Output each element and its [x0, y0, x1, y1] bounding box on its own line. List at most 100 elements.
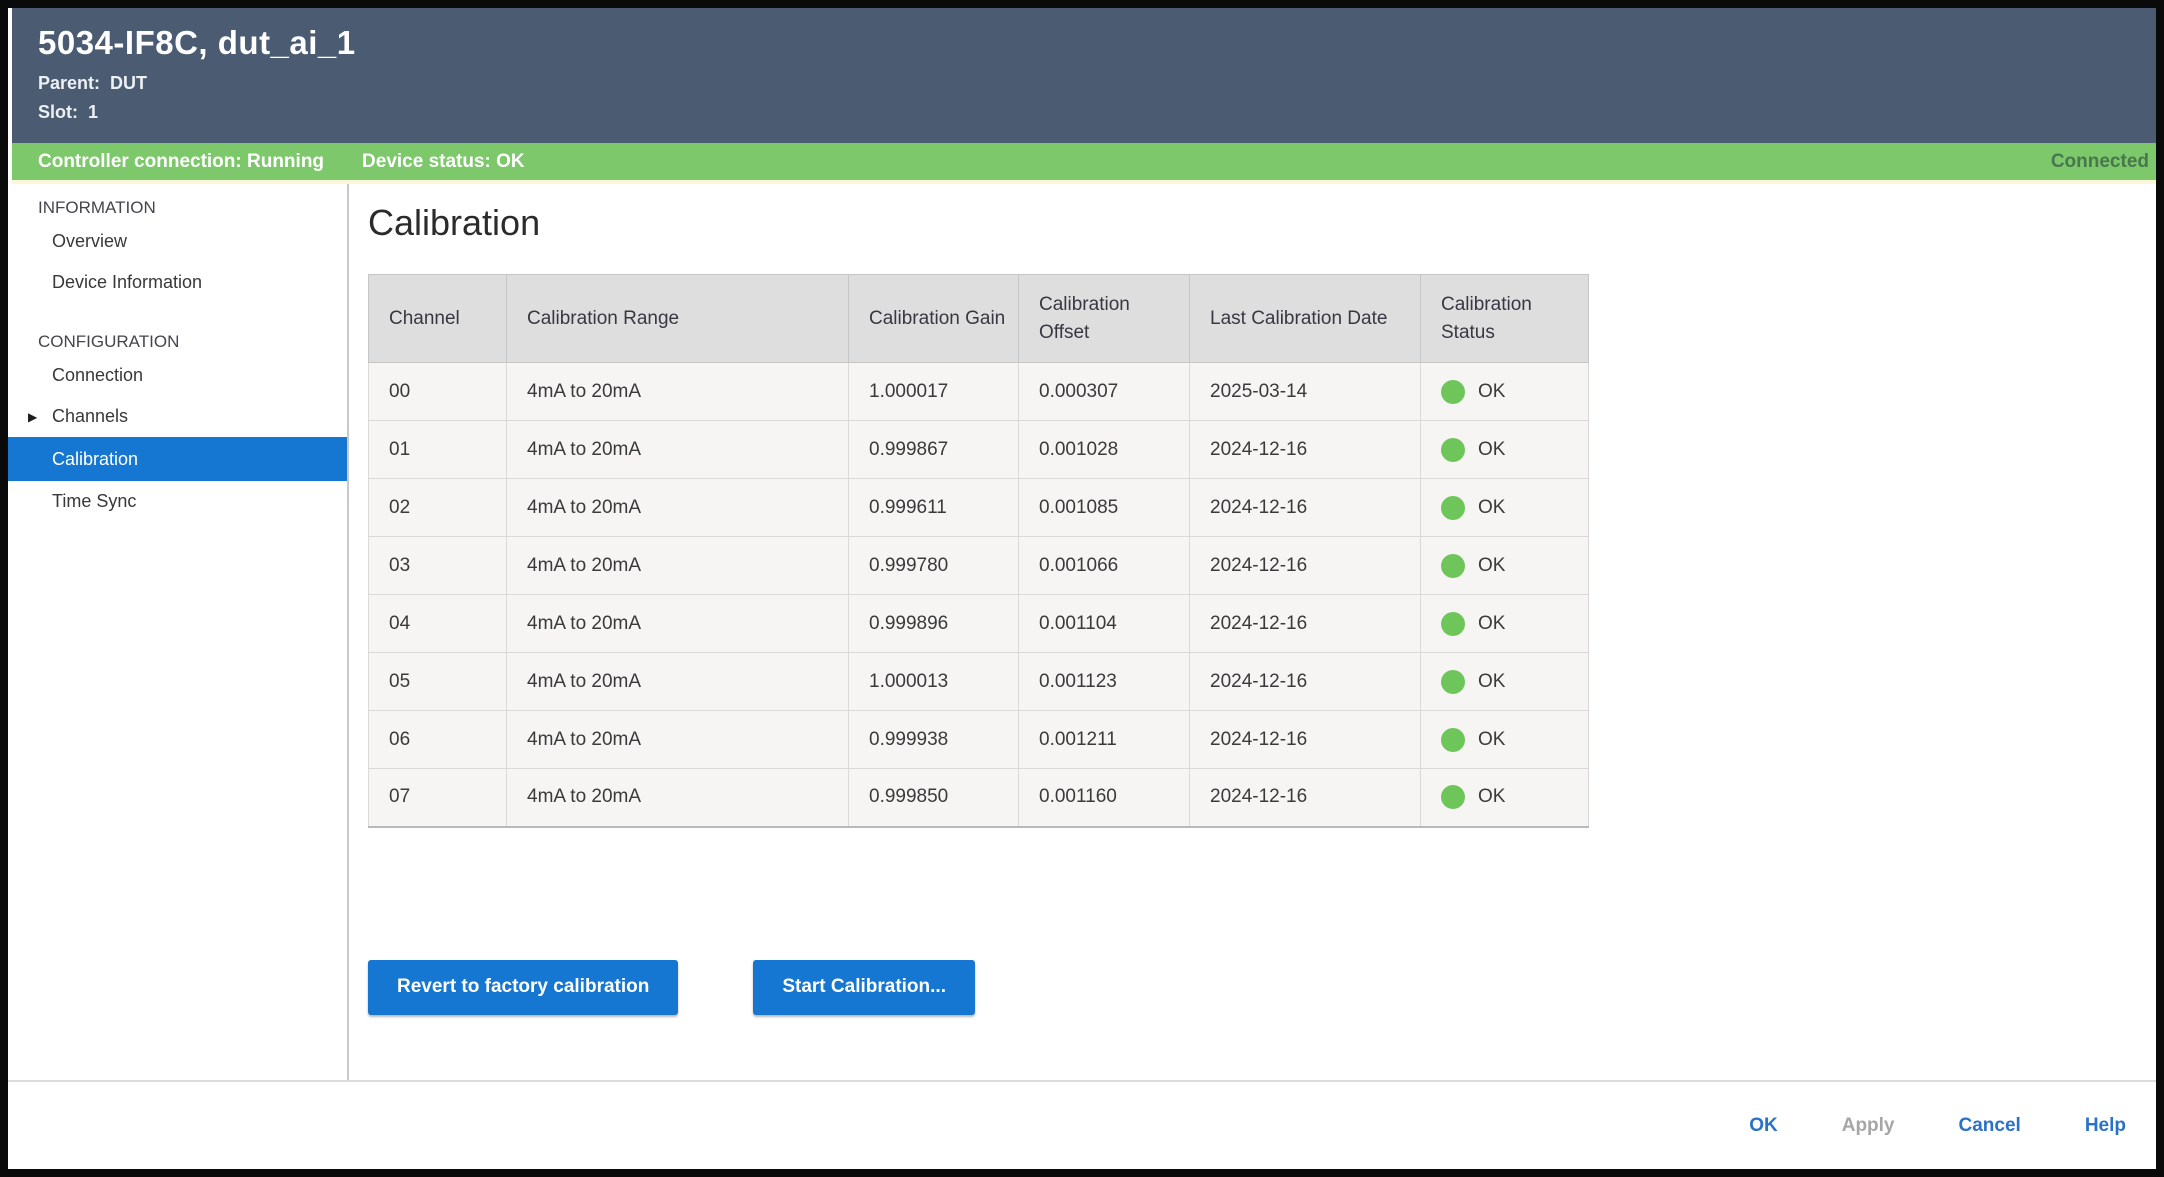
- status-ok-icon: [1441, 612, 1465, 636]
- sidebar-section-configuration: CONFIGURATION: [8, 329, 347, 355]
- cell-gain: 0.999938: [849, 711, 1019, 769]
- status-ok-icon: [1441, 670, 1465, 694]
- table-row[interactable]: 02 4mA to 20mA 0.999611 0.001085 2024-12…: [369, 479, 1589, 537]
- status-text: OK: [1478, 729, 1505, 750]
- cell-range: 4mA to 20mA: [507, 711, 849, 769]
- device-config-window: 5034-IF8C, dut_ai_1 Parent:DUT Slot:1 Co…: [8, 8, 2156, 1169]
- sidebar-item-channels[interactable]: ▶ Channels: [8, 396, 347, 437]
- cancel-button[interactable]: Cancel: [1959, 1115, 2021, 1137]
- sidebar-item-label: Time Sync: [52, 491, 136, 512]
- status-ok-icon: [1441, 380, 1465, 404]
- column-header-calibration-range: Calibration Range: [507, 275, 849, 363]
- sidebar-item-overview[interactable]: Overview: [8, 221, 347, 262]
- table-row[interactable]: 07 4mA to 20mA 0.999850 0.001160 2024-12…: [369, 769, 1589, 827]
- cell-status: OK: [1421, 711, 1589, 769]
- status-bar: Controller connection: Running Device st…: [8, 143, 2156, 180]
- cell-offset: 0.001085: [1019, 479, 1190, 537]
- cell-gain: 0.999850: [849, 769, 1019, 827]
- cell-gain: 0.999611: [849, 479, 1019, 537]
- cell-range: 4mA to 20mA: [507, 421, 849, 479]
- cell-range: 4mA to 20mA: [507, 595, 849, 653]
- cell-gain: 0.999780: [849, 537, 1019, 595]
- cell-offset: 0.001123: [1019, 653, 1190, 711]
- sidebar-item-device-information[interactable]: Device Information: [8, 262, 347, 303]
- cell-gain: 1.000013: [849, 653, 1019, 711]
- cell-offset: 0.001104: [1019, 595, 1190, 653]
- status-ok-icon: [1441, 728, 1465, 752]
- status-text: OK: [1478, 439, 1505, 460]
- cell-range: 4mA to 20mA: [507, 653, 849, 711]
- page-title: Calibration: [368, 202, 2156, 244]
- cell-range: 4mA to 20mA: [507, 769, 849, 827]
- sidebar-item-time-sync[interactable]: Time Sync: [8, 481, 347, 522]
- sidebar-item-label: Calibration: [52, 449, 138, 470]
- sidebar-item-connection[interactable]: Connection: [8, 355, 347, 396]
- expand-arrow-icon[interactable]: ▶: [28, 410, 37, 424]
- cell-offset: 0.001211: [1019, 711, 1190, 769]
- cell-gain: 0.999896: [849, 595, 1019, 653]
- cell-date: 2024-12-16: [1190, 537, 1421, 595]
- cell-date: 2024-12-16: [1190, 653, 1421, 711]
- cell-gain: 0.999867: [849, 421, 1019, 479]
- cell-status: OK: [1421, 479, 1589, 537]
- apply-button[interactable]: Apply: [1842, 1115, 1895, 1137]
- table-row[interactable]: 00 4mA to 20mA 1.000017 0.000307 2025-03…: [369, 363, 1589, 421]
- sidebar-item-calibration[interactable]: Calibration: [8, 437, 347, 481]
- cell-status: OK: [1421, 421, 1589, 479]
- cell-channel: 03: [369, 537, 507, 595]
- table-row[interactable]: 01 4mA to 20mA 0.999867 0.001028 2024-12…: [369, 421, 1589, 479]
- status-text: OK: [1478, 381, 1505, 402]
- table-header-row: ChannelCalibration RangeCalibration Gain…: [369, 275, 1589, 363]
- status-ok-icon: [1441, 785, 1465, 809]
- cell-date: 2024-12-16: [1190, 595, 1421, 653]
- cell-range: 4mA to 20mA: [507, 537, 849, 595]
- column-header-last-calibration-date: Last Calibration Date: [1190, 275, 1421, 363]
- sidebar-item-label: Connection: [52, 365, 143, 386]
- window-edge-highlight: [8, 8, 12, 184]
- main-panel: Calibration ChannelCalibration RangeCali…: [349, 184, 2156, 1080]
- connection-state: Connected: [2051, 151, 2149, 173]
- calibration-table: ChannelCalibration RangeCalibration Gain…: [368, 274, 1589, 828]
- column-header-calibration-gain: Calibration Gain: [849, 275, 1019, 363]
- table-row[interactable]: 06 4mA to 20mA 0.999938 0.001211 2024-12…: [369, 711, 1589, 769]
- slot-value: 1: [88, 102, 98, 122]
- cell-status: OK: [1421, 595, 1589, 653]
- status-text: OK: [1478, 555, 1505, 576]
- cell-offset: 0.000307: [1019, 363, 1190, 421]
- status-text: OK: [1478, 671, 1505, 692]
- cell-gain: 1.000017: [849, 363, 1019, 421]
- column-header-calibration-status: Calibration Status: [1421, 275, 1589, 363]
- device-title: 5034-IF8C, dut_ai_1: [38, 24, 2156, 62]
- cell-channel: 01: [369, 421, 507, 479]
- sidebar-item-label: Overview: [52, 231, 127, 252]
- table-row[interactable]: 03 4mA to 20mA 0.999780 0.001066 2024-12…: [369, 537, 1589, 595]
- cell-date: 2024-12-16: [1190, 769, 1421, 827]
- sidebar: INFORMATION Overview Device Information CON…: [8, 184, 349, 1080]
- column-header-channel: Channel: [369, 275, 507, 363]
- cell-status: OK: [1421, 769, 1589, 827]
- ok-button[interactable]: OK: [1749, 1115, 1778, 1137]
- cell-channel: 04: [369, 595, 507, 653]
- cell-date: 2024-12-16: [1190, 479, 1421, 537]
- help-button[interactable]: Help: [2085, 1115, 2126, 1137]
- revert-factory-calibration-button[interactable]: Revert to factory calibration: [368, 960, 678, 1015]
- sidebar-section-information: INFORMATION: [8, 195, 347, 221]
- status-text: OK: [1478, 497, 1505, 518]
- cell-channel: 00: [369, 363, 507, 421]
- table-row[interactable]: 04 4mA to 20mA 0.999896 0.001104 2024-12…: [369, 595, 1589, 653]
- content-area: INFORMATION Overview Device Information CON…: [8, 184, 2156, 1080]
- start-calibration-button[interactable]: Start Calibration...: [753, 960, 975, 1015]
- cell-range: 4mA to 20mA: [507, 363, 849, 421]
- status-ok-icon: [1441, 438, 1465, 462]
- cell-channel: 02: [369, 479, 507, 537]
- sidebar-item-label: Device Information: [52, 272, 202, 293]
- cell-status: OK: [1421, 537, 1589, 595]
- column-header-calibration-offset: Calibration Offset: [1019, 275, 1190, 363]
- parent-value: DUT: [110, 73, 147, 93]
- device-status: Device status: OK: [362, 151, 525, 173]
- cell-offset: 0.001028: [1019, 421, 1190, 479]
- sidebar-item-label: Channels: [52, 406, 128, 427]
- controller-connection-status: Controller connection: Running: [38, 151, 324, 173]
- table-row[interactable]: 05 4mA to 20mA 1.000013 0.001123 2024-12…: [369, 653, 1589, 711]
- cell-status: OK: [1421, 363, 1589, 421]
